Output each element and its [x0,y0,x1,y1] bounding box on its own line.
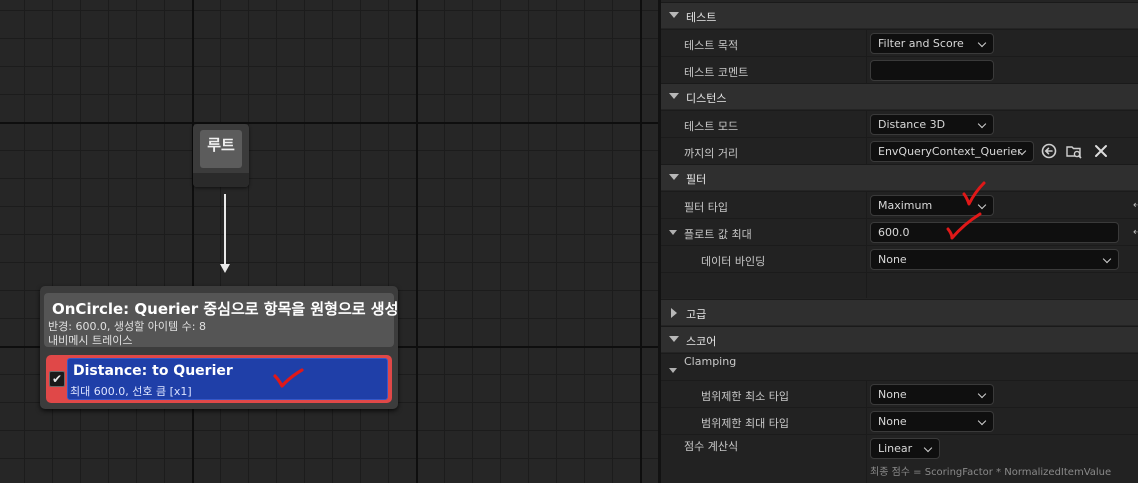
prop-row-clamp-max-type: 범위제한 최대 타입 None [661,407,1138,434]
prop-row-clamp-min-type: 범위제한 최소 타입 None [661,380,1138,407]
prop-label: 점수 계산식 [684,440,739,453]
chevron-down-icon[interactable] [669,230,677,235]
chevron-down-icon [669,12,679,18]
prop-row-filter-type: 필터 타입 Maximum ⇠ [661,191,1138,218]
filter-type-dropdown[interactable]: Maximum [870,195,994,216]
data-binding-dropdown[interactable]: None [870,249,1119,270]
prop-row-test-mode: 테스트 모드 Distance 3D [661,110,1138,137]
browse-folder-icon[interactable] [1065,142,1083,160]
chevron-down-icon [923,443,933,453]
chevron-down-icon [1102,254,1112,264]
prop-label: 테스트 모드 [684,120,739,133]
prop-label: 범위제한 최대 타입 [701,417,789,430]
clamp-max-type-dropdown[interactable]: None [870,411,994,432]
root-node[interactable]: 루트 [193,124,249,187]
test-mode-dropdown[interactable]: Distance 3D [870,114,994,135]
reset-to-default-arrow-icon[interactable]: ⇠ [1133,227,1138,238]
prop-label: 범위제한 최소 타입 [701,390,789,403]
details-panel: 테스트 테스트 목적 Filter and Score 테스트 코멘트 디스턴스… [658,0,1138,483]
chevron-down-icon [977,200,987,210]
section-header-advanced[interactable]: 고급 [661,299,1138,325]
section-label: 필터 [686,173,707,186]
chevron-right-icon [671,308,677,318]
prop-label: 필터 타입 [684,201,728,214]
prop-row-test-comment: 테스트 코멘트 [661,56,1138,83]
distance-to-context-dropdown[interactable]: EnvQueryContext_Querier [870,141,1034,162]
chevron-down-icon[interactable] [669,368,677,373]
generator-node[interactable]: OnCircle: Querier 중심으로 항목을 원형으로 생성 반경: 6… [40,286,398,409]
scoring-formula-hint: 최종 점수 = ScoringFactor * NormalizedItemVa… [870,467,1112,478]
test-node-distance[interactable]: ✔ Distance: to Querier 최대 600.0, 선호 큼 [x… [46,355,392,403]
prop-row-clamping: Clamping [661,353,1138,380]
clamp-min-type-dropdown[interactable]: None [870,384,994,405]
chevron-down-icon [977,416,987,426]
section-label: 고급 [686,308,707,321]
prop-row-distance-to: 까지의 거리 EnvQueryContext_Querier [661,137,1138,164]
prop-label: 테스트 목적 [684,39,739,52]
connection-arrow-icon [220,264,230,273]
section-label: 디스턴스 [686,92,727,105]
section-header-filter[interactable]: 필터 [661,164,1138,190]
test-node-subtitle: 최대 600.0, 선호 큼 [x1] [70,385,192,398]
chevron-down-icon [977,389,987,399]
section-header-test[interactable]: 테스트 [661,2,1138,28]
prop-label: 플로트 값 최대 [684,228,752,241]
clear-close-icon[interactable] [1092,142,1110,160]
test-node-title: Distance: to Querier [73,363,233,379]
prop-row-float-max: 플로트 값 최대 600.0 ⇠ [661,218,1138,245]
generator-node-subtitle: 내비메시 트레이스 [48,334,133,347]
prop-label: 까지의 거리 [684,147,739,160]
prop-row-spacer [661,272,1138,298]
prop-label: 데이터 바인딩 [701,255,766,268]
generator-node-title: OnCircle: Querier 중심으로 항목을 원형으로 생성 [52,300,399,318]
behavior-graph-canvas[interactable]: 루트 OnCircle: Querier 중심으로 항목을 원형으로 생성 반경… [0,0,658,483]
reset-to-default-arrow-icon[interactable]: ⇠ [1133,200,1138,211]
test-purpose-dropdown[interactable]: Filter and Score [870,33,994,54]
root-node-label: 루트 [200,130,242,168]
prop-row-data-binding: 데이터 바인딩 None [661,245,1138,272]
float-max-input[interactable]: 600.0 [870,222,1119,243]
chevron-down-icon [977,38,987,48]
chevron-down-icon [669,336,679,342]
test-enabled-checkbox[interactable]: ✔ [49,371,65,387]
section-header-distance[interactable]: 디스턴스 [661,83,1138,109]
test-comment-input[interactable] [870,60,994,81]
chevron-down-icon [669,93,679,99]
prop-label: Clamping [684,355,737,368]
chevron-down-icon [977,119,987,129]
use-selected-arrow-icon[interactable] [1040,142,1058,160]
root-node-output-pin[interactable] [193,173,249,187]
prop-label: 테스트 코멘트 [684,66,749,79]
section-label: 테스트 [686,11,717,24]
test-node-body[interactable]: Distance: to Querier 최대 600.0, 선호 큼 [x1] [67,358,388,400]
section-header-score[interactable]: 스코어 [661,326,1138,352]
prop-row-test-purpose: 테스트 목적 Filter and Score [661,29,1138,56]
node-connection-line [224,194,226,266]
chevron-down-icon [669,174,679,180]
generator-node-header: OnCircle: Querier 중심으로 항목을 원형으로 생성 반경: 6… [44,293,398,347]
section-label: 스코어 [686,335,717,348]
scoring-equation-dropdown[interactable]: Linear [870,438,940,459]
